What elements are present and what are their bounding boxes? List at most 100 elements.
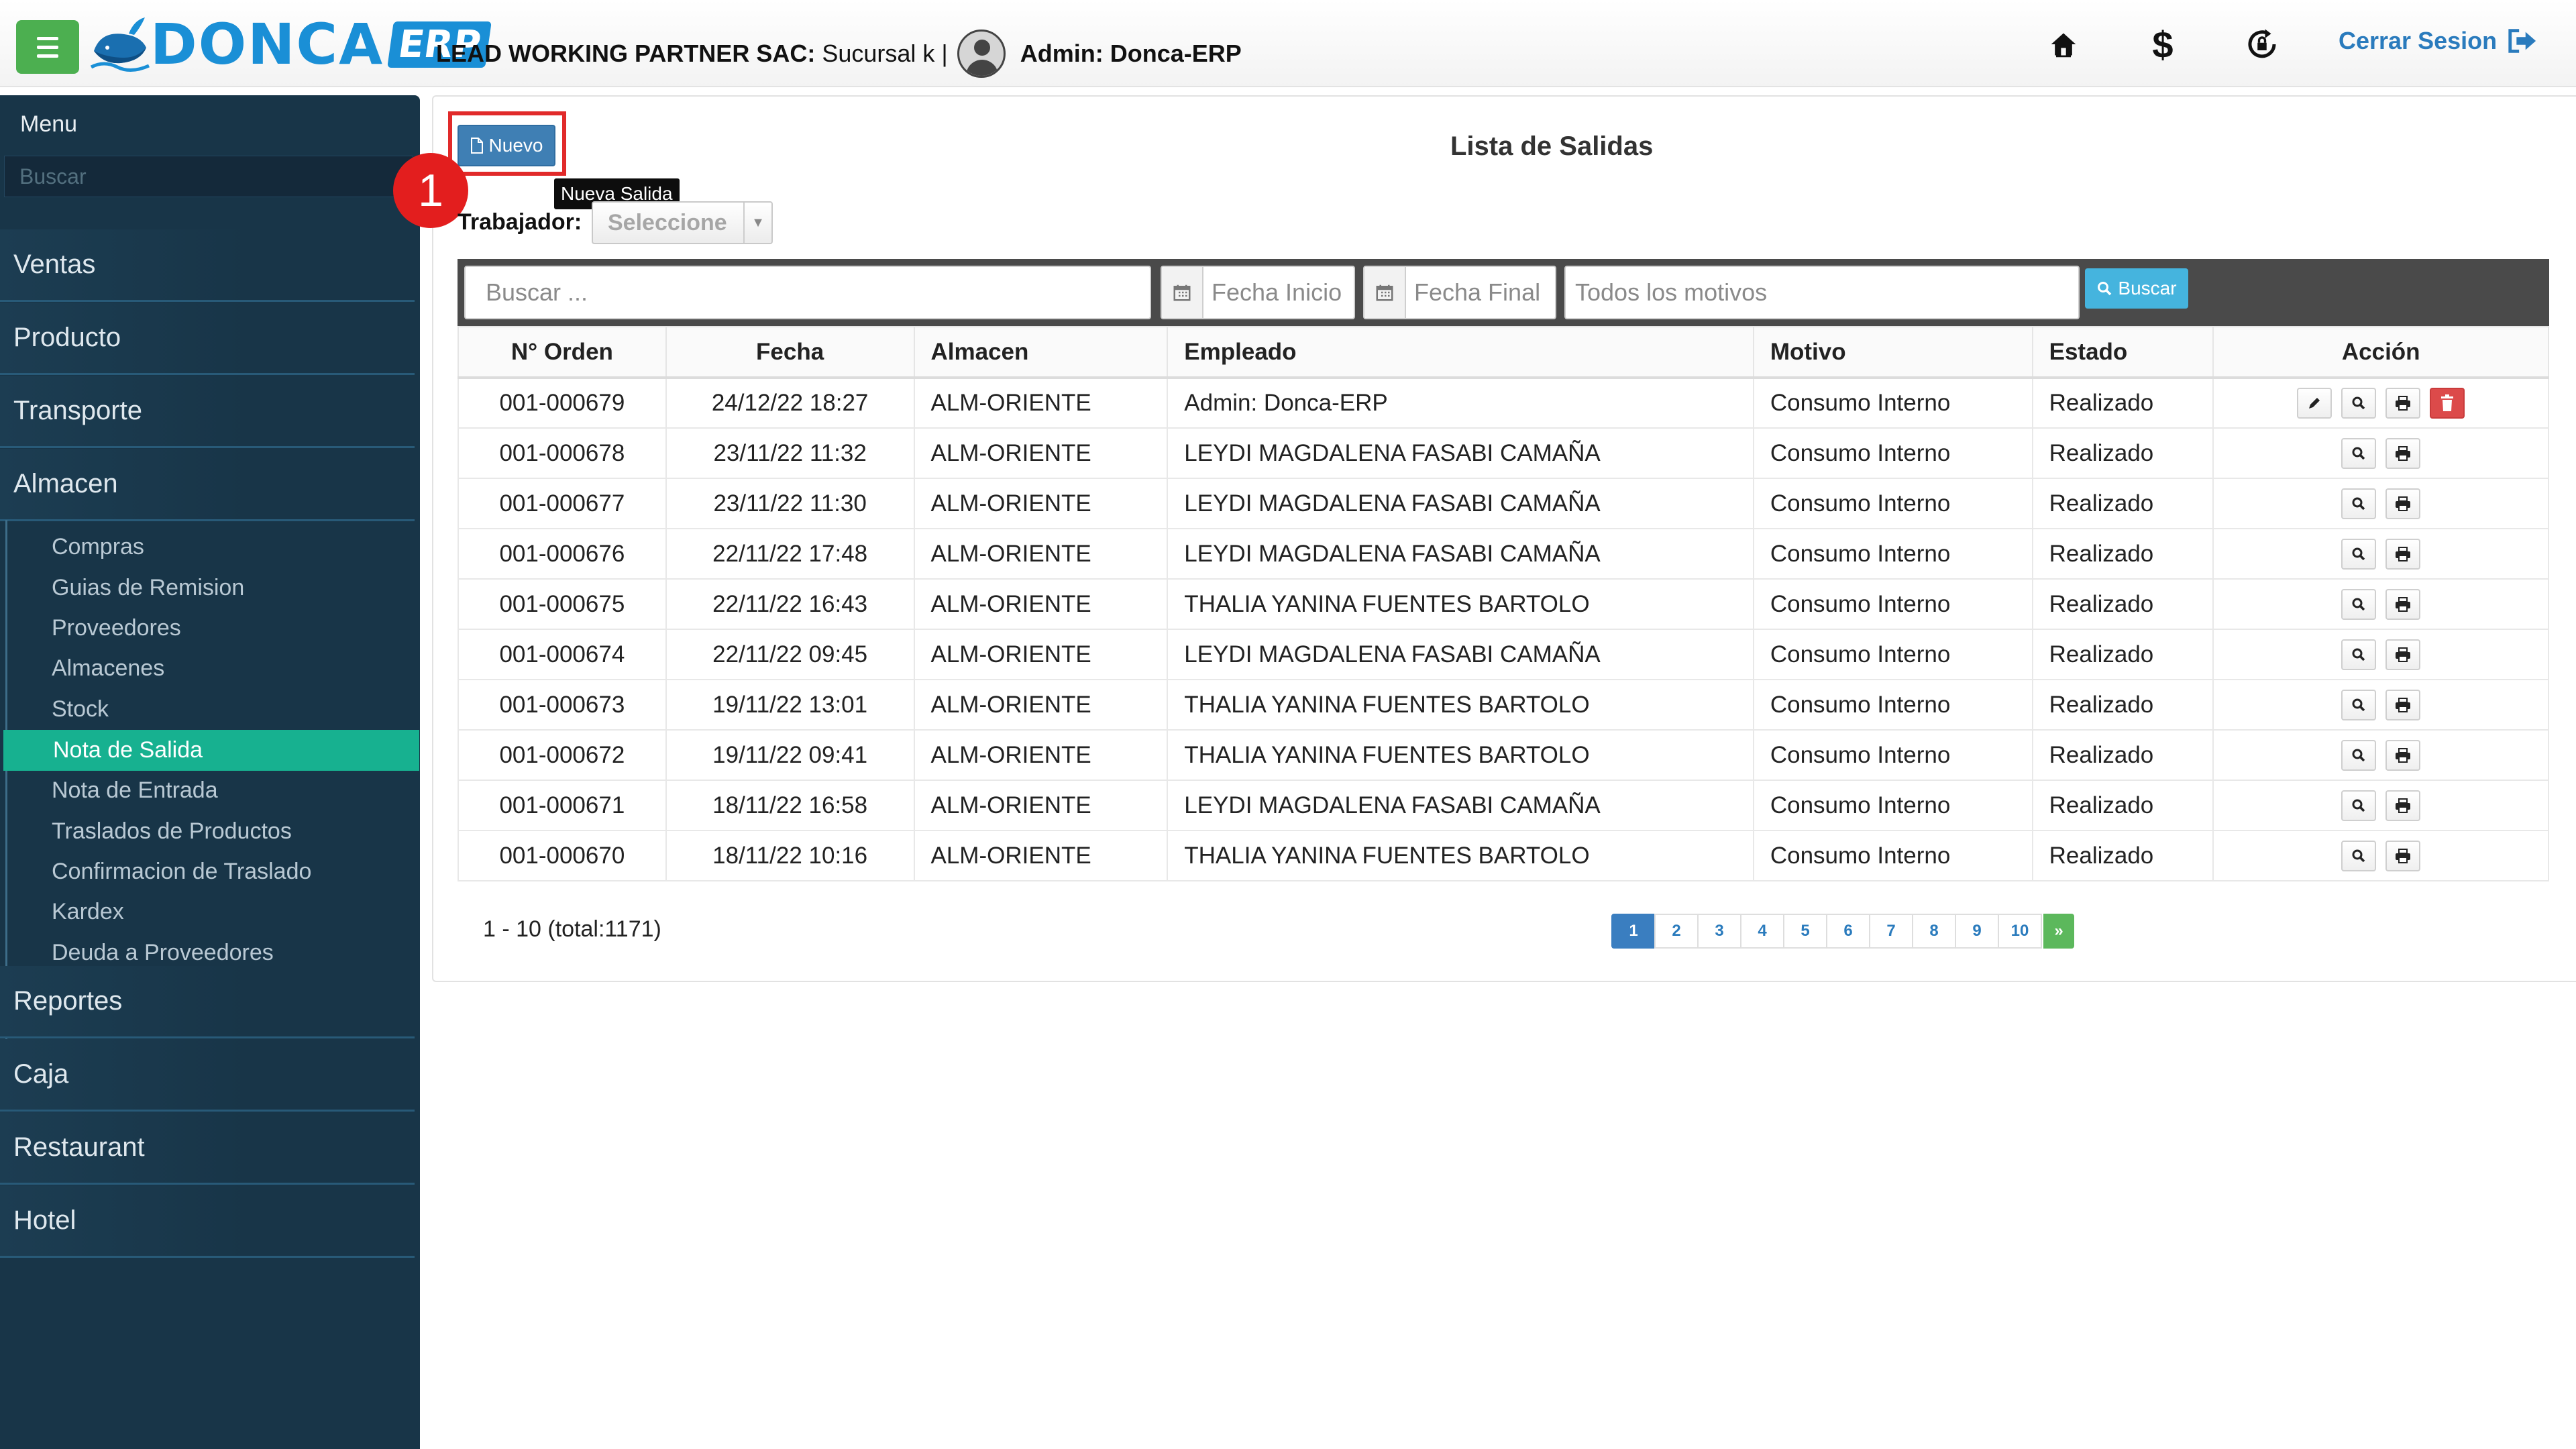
print-icon[interactable] — [2385, 790, 2421, 821]
view-icon[interactable] — [2341, 840, 2377, 871]
delete-icon[interactable] — [2430, 388, 2465, 419]
print-icon[interactable] — [2385, 840, 2421, 871]
cell-actions — [2212, 377, 2549, 429]
column-header-empleado[interactable]: Empleado — [1167, 326, 1754, 379]
page-button[interactable]: 8 — [1912, 914, 1956, 949]
submenu-item-nota-salida[interactable]: Nota de Salida — [3, 730, 419, 771]
search-icon — [2098, 282, 2112, 296]
view-icon[interactable] — [2341, 739, 2377, 771]
column-header-orden[interactable]: N° Orden — [458, 326, 667, 379]
page-button[interactable]: 7 — [1869, 914, 1913, 949]
cell-estado: Realizado — [2031, 377, 2214, 429]
sidebar-item-transporte[interactable]: Transporte — [0, 376, 415, 448]
view-icon[interactable] — [2341, 388, 2377, 419]
cell-almacen: ALM-ORIENTE — [913, 780, 1169, 831]
sidebar-item-restaurant[interactable]: Restaurant — [0, 1112, 415, 1185]
column-header-almacen[interactable]: Almacen — [913, 326, 1169, 379]
submenu-item-kardex[interactable]: Kardex — [2, 892, 422, 932]
view-icon[interactable] — [2341, 639, 2377, 670]
next-page-button[interactable]: » — [2043, 914, 2074, 949]
page-button[interactable]: 10 — [1998, 914, 2042, 949]
submenu-item-guias[interactable]: Guias de Remision — [2, 568, 422, 608]
cell-actions — [2212, 729, 2549, 781]
view-icon[interactable] — [2341, 588, 2377, 620]
search-input[interactable]: Buscar ... — [464, 266, 1151, 319]
cell-motivo: Consumo Interno — [1752, 629, 2033, 680]
dollar-icon[interactable]: $ — [2141, 23, 2184, 66]
company-name: LEAD WORKING PARTNER SAC: — [436, 40, 816, 67]
date-start-field[interactable]: Fecha Inicio — [1161, 266, 1355, 319]
view-icon[interactable] — [2341, 488, 2377, 519]
table-row: 001-000678 23/11/22 11:32 ALM-ORIENTE LEYDI… — [458, 427, 2549, 479]
view-icon[interactable] — [2341, 689, 2377, 720]
submenu-item-compras[interactable]: Compras — [2, 527, 422, 568]
date-end-field[interactable]: Fecha Final — [1363, 266, 1556, 319]
filter-bar: Buscar ... Fecha Inicio Fecha Final Todo… — [458, 259, 2549, 326]
cell-orden: 001-000673 — [458, 679, 667, 731]
print-icon[interactable] — [2385, 388, 2421, 419]
logout-link[interactable]: Cerrar Sesion — [2339, 27, 2537, 55]
page-button[interactable]: 5 — [1783, 914, 1827, 949]
cell-motivo: Consumo Interno — [1752, 427, 2033, 479]
reason-select[interactable]: Todos los motivos — [1564, 266, 2080, 319]
sidebar-item-producto[interactable]: Producto — [0, 303, 415, 375]
submenu-item-stock[interactable]: Stock — [2, 689, 422, 730]
refresh-lock-icon[interactable] — [2241, 23, 2284, 66]
print-icon[interactable] — [2385, 689, 2421, 720]
cell-orden: 001-000676 — [458, 528, 667, 580]
worker-select[interactable]: Seleccione ▼ — [592, 201, 773, 244]
column-header-motivo[interactable]: Motivo — [1752, 326, 2033, 379]
column-header-estado[interactable]: Estado — [2031, 326, 2214, 379]
results-summary: 1 - 10 (total:1171) — [483, 916, 661, 942]
sidebar-item-hotel[interactable]: Hotel — [0, 1185, 415, 1258]
hamburger-icon-line — [37, 54, 58, 58]
column-header-fecha[interactable]: Fecha — [665, 326, 915, 379]
edit-icon[interactable] — [2297, 388, 2332, 419]
table-row: 001-000677 23/11/22 11:30 ALM-ORIENTE LEYDI… — [458, 478, 2549, 529]
view-icon[interactable] — [2341, 538, 2377, 570]
column-header-accion: Acción — [2212, 326, 2549, 379]
cell-almacen: ALM-ORIENTE — [913, 679, 1169, 731]
sidebar-item-ventas[interactable]: Ventas — [0, 229, 415, 302]
page-button[interactable]: 3 — [1697, 914, 1741, 949]
page-button[interactable]: 2 — [1654, 914, 1699, 949]
page-button[interactable]: 6 — [1826, 914, 1870, 949]
submenu-item-confirmacion-traslado[interactable]: Confirmacion de Traslado — [2, 851, 422, 892]
submenu-item-nota-entrada[interactable]: Nota de Entrada — [2, 770, 422, 811]
branch-name: Sucursal k | — [822, 40, 948, 67]
cell-estado: Realizado — [2031, 578, 2214, 630]
submenu-item-traslados[interactable]: Traslados de Productos — [2, 811, 422, 852]
print-icon[interactable] — [2385, 437, 2421, 469]
view-icon[interactable] — [2341, 437, 2377, 469]
hamburger-icon-line — [37, 36, 58, 40]
file-icon — [470, 138, 483, 154]
cell-actions — [2212, 679, 2549, 731]
cell-motivo: Consumo Interno — [1752, 780, 2033, 831]
print-icon[interactable] — [2385, 639, 2421, 670]
submenu-item-almacenes[interactable]: Almacenes — [2, 648, 422, 689]
cell-almacen: ALM-ORIENTE — [913, 377, 1169, 429]
print-icon[interactable] — [2385, 739, 2421, 771]
sidebar-item-almacen[interactable]: Almacen — [0, 449, 415, 521]
sidebar-item-caja[interactable]: Caja — [0, 1039, 415, 1112]
page-button[interactable]: 9 — [1955, 914, 1999, 949]
page-button[interactable]: 4 — [1740, 914, 1784, 949]
brand-logo[interactable]: DONCA ERP — [87, 9, 492, 79]
submenu-item-proveedores[interactable]: Proveedores — [2, 608, 422, 649]
print-icon[interactable] — [2385, 538, 2421, 570]
menu-toggle-button[interactable] — [16, 20, 79, 74]
new-button[interactable]: Nuevo — [458, 125, 555, 166]
page-button[interactable]: 1 — [1611, 914, 1656, 949]
sidebar-item-reportes[interactable]: Reportes — [0, 966, 415, 1038]
cell-almacen: ALM-ORIENTE — [913, 528, 1169, 580]
print-icon[interactable] — [2385, 588, 2421, 620]
home-icon[interactable] — [2042, 23, 2085, 66]
sidebar-search-input[interactable]: Buscar — [4, 156, 413, 197]
cell-fecha: 22/11/22 09:45 — [665, 629, 915, 680]
cell-empleado: THALIA YANINA FUENTES BARTOLO — [1167, 830, 1754, 881]
table-row: 001-000670 18/11/22 10:16 ALM-ORIENTE THALI… — [458, 830, 2549, 881]
company-info: LEAD WORKING PARTNER SAC: Sucursal k | A… — [436, 30, 1242, 78]
view-icon[interactable] — [2341, 790, 2377, 821]
search-button[interactable]: Buscar — [2085, 268, 2188, 309]
print-icon[interactable] — [2385, 488, 2421, 519]
